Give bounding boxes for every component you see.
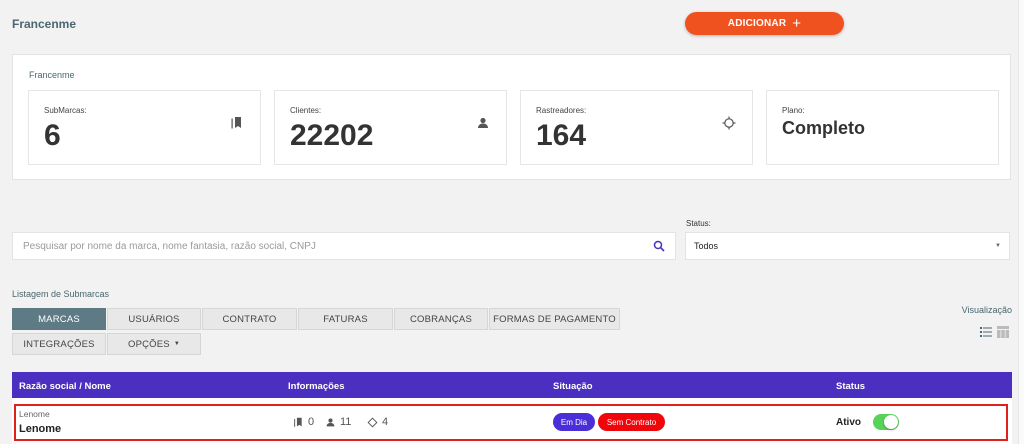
tab-opcoes[interactable]: OPÇÕES ▼ — [107, 333, 201, 355]
stat-value: 164 — [536, 119, 587, 152]
info-clientes-count: 11 — [340, 416, 352, 428]
status-select[interactable]: Todos ▼ — [685, 232, 1010, 260]
column-header: Situação — [553, 381, 593, 392]
column-header: Informações — [288, 381, 345, 392]
stat-label: Clientes: — [290, 106, 322, 115]
tab-usuarios[interactable]: USUÁRIOS — [107, 308, 201, 330]
info-rastreadores: 4 — [367, 416, 388, 428]
info-submarcas: 0 — [293, 416, 314, 428]
scrollbar[interactable] — [1018, 0, 1024, 444]
book-icon — [231, 117, 241, 129]
search-icon[interactable] — [653, 240, 665, 252]
search-input[interactable] — [13, 233, 653, 259]
tab-contrato[interactable]: CONTRATO — [202, 308, 297, 330]
summary-title: Francenme — [29, 70, 75, 80]
column-header: Razão social / Nome — [19, 381, 111, 392]
stat-label: Plano: — [782, 106, 805, 115]
grid-view-icon[interactable] — [997, 326, 1009, 338]
stat-submarcas: SubMarcas: 6 — [28, 90, 261, 165]
search-box — [12, 232, 676, 260]
row-name: Lenome — [19, 423, 62, 435]
status-badge-sem-contrato: Sem Contrato — [598, 413, 665, 431]
column-header: Status — [836, 381, 866, 392]
book-icon — [294, 417, 302, 427]
stat-value: Completo — [782, 118, 865, 138]
status-badge-em-dia: Em Dia — [553, 413, 595, 431]
view-toggle — [980, 326, 1009, 338]
add-button[interactable]: ADICIONAR + — [685, 12, 844, 35]
stat-value: 6 — [44, 119, 61, 152]
info-clientes: 11 — [325, 416, 351, 428]
stat-plano: Plano: Completo — [766, 90, 999, 165]
stat-label: Rastreadores: — [536, 106, 587, 115]
status-toggle[interactable] — [873, 414, 899, 430]
stat-label: SubMarcas: — [44, 106, 87, 115]
crosshair-icon — [722, 116, 736, 130]
summary-card: Francenme SubMarcas: 6 Clientes: 22202 R… — [12, 54, 1011, 180]
info-submarcas-count: 0 — [308, 416, 315, 428]
person-icon — [326, 417, 335, 426]
status-text: Ativo — [836, 417, 861, 428]
table-header: Razão social / Nome Informações Situação… — [12, 372, 1012, 398]
tab-integracoes[interactable]: INTEGRAÇÕES — [12, 333, 106, 355]
tab-opcoes-label: OPÇÕES — [128, 338, 170, 350]
tab-formas-de-pagamento[interactable]: FORMAS DE PAGAMENTO — [489, 308, 620, 330]
crosshair-icon — [367, 417, 378, 427]
row-subtitle: Lenome — [19, 409, 50, 419]
stat-rastreadores: Rastreadores: 164 — [520, 90, 753, 165]
person-icon — [478, 117, 488, 128]
info-rastreadores-count: 4 — [382, 416, 389, 428]
toggle-knob — [884, 415, 898, 429]
plus-icon: + — [792, 15, 802, 32]
list-view-icon[interactable] — [980, 326, 992, 338]
tab-faturas[interactable]: FATURAS — [298, 308, 393, 330]
caret-down-icon: ▼ — [995, 243, 1001, 249]
stat-clientes: Clientes: 22202 — [274, 90, 507, 165]
caret-down-icon: ▼ — [173, 341, 180, 347]
status-select-value: Todos — [694, 241, 719, 251]
tab-marcas[interactable]: MARCAS — [12, 308, 106, 330]
tab-cobrancas[interactable]: COBRANÇAS — [394, 308, 488, 330]
page-title: Francenme — [12, 17, 77, 31]
visualization-label: Visualização — [961, 305, 1012, 315]
list-title: Listagem de Submarcas — [12, 289, 110, 299]
status-filter-label: Status: — [686, 219, 711, 228]
stat-value: 22202 — [290, 119, 374, 152]
add-button-label: ADICIONAR — [727, 18, 787, 29]
